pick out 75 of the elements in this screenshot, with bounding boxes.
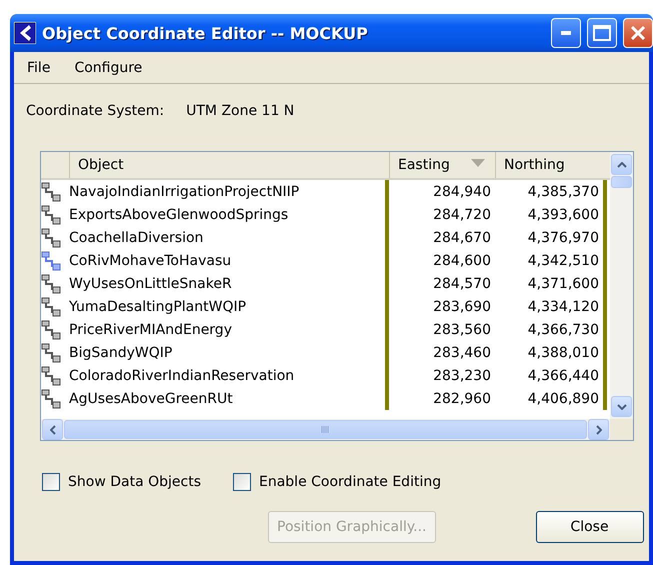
chevron-left-icon [50,424,56,434]
app-icon [14,22,36,44]
menu-item[interactable]: Configure [74,60,142,76]
checkbox-label: Show Data Objects [68,474,201,490]
node-link-icon [41,228,61,248]
table-cell-text: ExportsAboveGlenwoodSprings [69,206,290,222]
table-cell-text: 284,940 [432,184,492,200]
column-header[interactable]: Object [69,152,385,178]
node-link-icon [41,182,61,202]
table-cell-text: 4,366,440 [526,368,600,384]
column-header[interactable]: Easting [389,152,495,178]
scroll-up-button[interactable] [611,154,632,175]
table-cell-text: 283,230 [432,368,492,384]
table-cell-text: 284,570 [432,276,492,292]
maximize-icon [593,25,611,41]
scroll-thumb[interactable] [64,420,587,439]
sort-icon [471,159,485,167]
table-cell-text: 283,560 [432,322,492,338]
table-cell-text: 4,366,730 [526,322,600,338]
node-link-icon [41,366,61,386]
node-link-icon [41,296,61,316]
node-link-icon [41,320,61,340]
table-cell-text: NavajoIndianIrrigationProjectNIIP [69,184,300,200]
scrollbar-corner [610,419,633,440]
column-header[interactable]: Northing [495,152,603,178]
table-cell-text: 282,960 [432,390,492,406]
grip-icon [320,426,330,433]
node-link-icon [41,274,61,294]
coordinate-system-value: UTM Zone 11 N [186,103,294,121]
coordinate-system-label: Coordinate System: [26,103,164,121]
table-cell-text: 4,334,120 [526,298,600,314]
node-link-icon [41,250,61,270]
checkbox-label: Enable Coordinate Editing [259,474,442,490]
table-cell-text: 284,720 [432,206,492,222]
table-cell-text: 284,670 [432,230,492,246]
table-cell-text: 284,600 [432,252,492,268]
node-link-icon [41,204,61,224]
table-cell-text: ColoradoRiverIndianReservation [69,368,296,384]
table-cell-text: 4,371,600 [526,276,600,292]
table-cell-text: YumaDesaltingPlantWQIP [69,298,248,314]
table-cell-text: AgUsesAboveGreenRUt [69,390,234,406]
minimize-button[interactable] [551,18,581,48]
close-button[interactable] [623,18,653,48]
chevron-down-icon [616,404,626,410]
table-cell-text: 4,376,970 [526,230,600,246]
table-cell-text: 4,342,510 [526,252,600,268]
vertical-scrollbar[interactable] [610,152,633,419]
table-cell-text: 4,388,010 [526,344,600,360]
table-cell-text: 4,393,600 [526,206,600,222]
checkbox[interactable] [233,473,251,491]
table-cell-text: CoRivMohaveToHavasu [69,252,232,268]
table-cell-text: 4,406,890 [526,390,600,406]
chevron-up-icon [616,162,626,168]
node-link-icon [41,342,61,362]
dialog-button[interactable]: Close [536,511,644,543]
table-cell-text: 4,385,370 [526,184,600,200]
checkbox[interactable] [42,473,60,491]
minimize-icon [561,31,571,35]
scroll-right-button[interactable] [588,419,609,440]
window-title: Object Coordinate Editor -- MOCKUP [42,24,369,42]
scroll-thumb[interactable] [611,176,632,188]
menu-item[interactable]: File [27,60,50,76]
table-cell-text: 283,460 [432,344,492,360]
scroll-down-button[interactable] [611,396,632,417]
close-icon [630,25,646,41]
table-cell-text: 283,690 [432,298,492,314]
horizontal-scrollbar[interactable] [41,419,610,440]
scroll-left-button[interactable] [42,419,63,440]
maximize-button[interactable] [587,18,617,48]
node-link-icon [41,388,61,408]
table-cell-text: BigSandyWQIP [69,344,174,360]
table-cell-text: WyUsesOnLittleSnakeR [69,276,233,292]
table-cell-text: CoachellaDiversion [69,230,204,246]
chevron-right-icon [596,424,602,434]
table-cell-text: PriceRiverMIAndEnergy [69,322,233,338]
